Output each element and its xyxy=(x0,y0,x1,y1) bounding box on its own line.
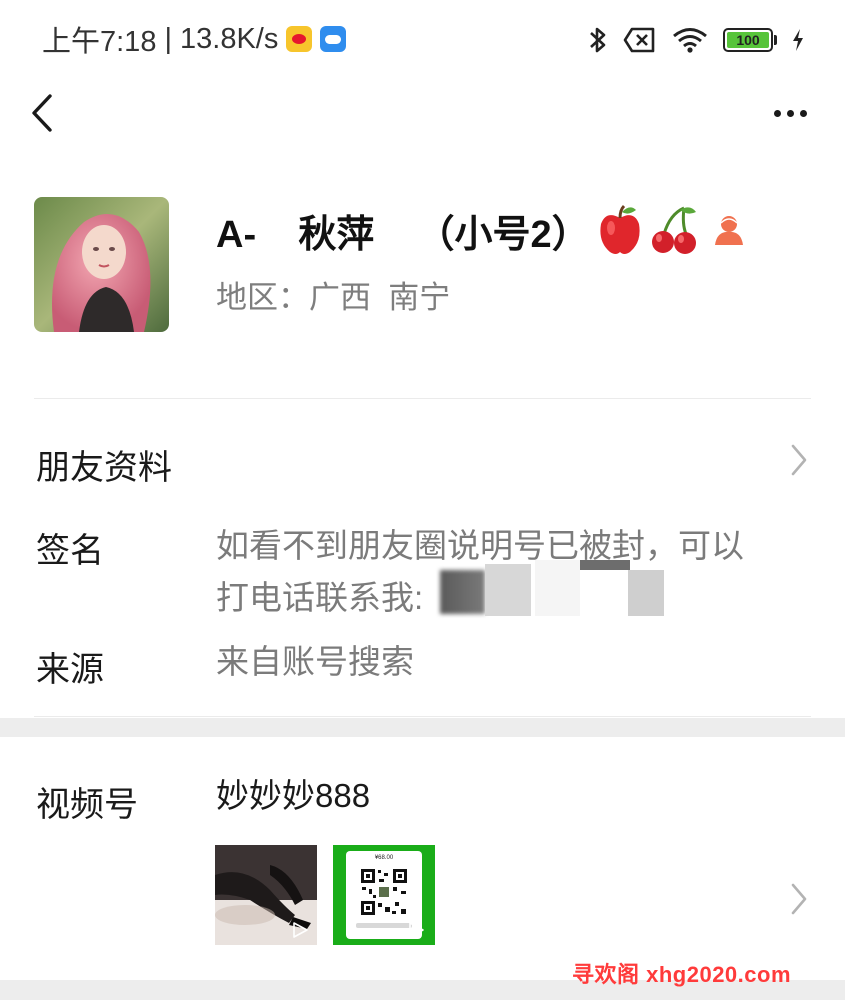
divider xyxy=(34,398,811,399)
weibo-icon xyxy=(286,26,313,52)
wifi-icon xyxy=(673,28,707,53)
battery-level: 100 xyxy=(727,32,769,48)
avatar[interactable] xyxy=(34,197,169,332)
back-button[interactable] xyxy=(24,88,64,138)
more-dot xyxy=(786,109,794,117)
watermark: 寻欢阁 xhg2020.com xyxy=(572,962,792,987)
more-button[interactable] xyxy=(765,98,815,128)
play-icon xyxy=(409,922,424,938)
video-thumbnail[interactable] xyxy=(215,845,317,945)
sim-off-icon xyxy=(623,27,655,53)
status-left: 上午7:18 | 13.8K/s xyxy=(42,20,347,58)
source-value: 来自账号搜索 xyxy=(216,643,414,680)
apple-icon xyxy=(596,204,644,256)
signature-label: 签名 xyxy=(36,532,104,570)
divider xyxy=(34,716,811,717)
cherries-icon xyxy=(650,204,698,256)
qr-caption xyxy=(356,923,412,928)
profile-name: A- 秋萍 （小号2） xyxy=(216,213,590,256)
channels-name[interactable]: 妙妙妙888 xyxy=(216,770,370,822)
video-thumbnail[interactable]: ¥68.00 xyxy=(333,845,435,945)
play-icon xyxy=(293,922,308,938)
more-dot xyxy=(773,109,781,117)
status-separator: | xyxy=(164,22,172,55)
status-right: 100 xyxy=(587,22,805,58)
female-icon xyxy=(712,213,746,247)
status-time: 上午7:18 xyxy=(42,26,157,58)
bluetooth-icon xyxy=(590,27,606,53)
qr-code-icon xyxy=(359,867,409,917)
channels-label[interactable]: 视频号 xyxy=(36,777,138,826)
source-label: 来源 xyxy=(36,651,104,689)
network-speed: 13.8K/s xyxy=(180,22,279,55)
chevron-left-icon xyxy=(32,94,52,132)
chevron-right-icon[interactable] xyxy=(788,442,810,478)
section-gap xyxy=(0,718,845,737)
region-text: 地区：广西 南宁 xyxy=(216,280,451,315)
signature-line-2: 打电话联系我: xyxy=(216,579,424,616)
cloud-icon xyxy=(320,26,347,52)
battery-icon: 100 xyxy=(723,28,777,52)
friend-profile-row[interactable]: 朋友资料 xyxy=(36,440,172,489)
status-bar: 上午7:18 | 13.8K/s 100 xyxy=(0,0,845,80)
chevron-right-icon[interactable] xyxy=(788,881,810,917)
qr-amount: ¥68.00 xyxy=(374,855,394,861)
avatar-image xyxy=(34,197,169,332)
redacted-phone xyxy=(440,560,680,616)
more-dot xyxy=(799,109,807,117)
charging-icon xyxy=(793,29,803,51)
name-row: A- 秋萍 （小号2） xyxy=(216,200,746,260)
